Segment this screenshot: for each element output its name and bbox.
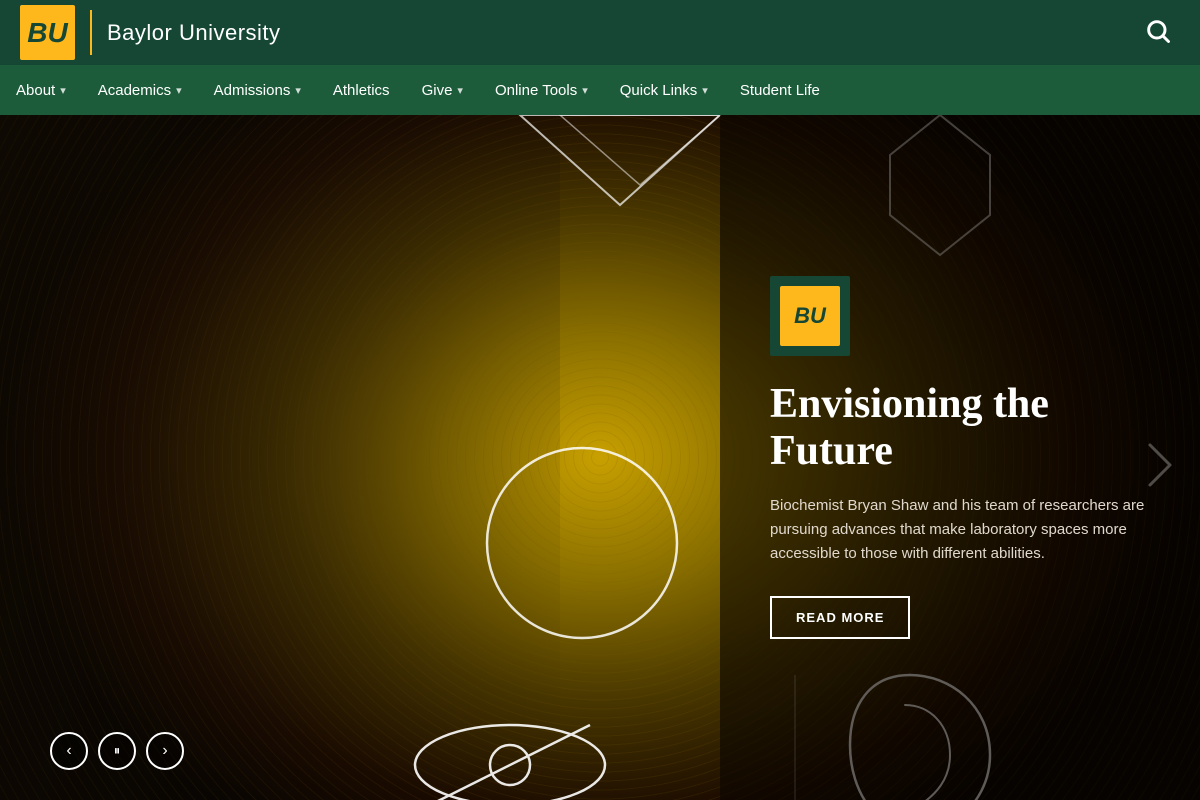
- slider-controls: ‹ ⏸ ›: [50, 732, 184, 770]
- slider-prev-button[interactable]: ‹: [50, 732, 88, 770]
- chevron-right-icon: ›: [162, 742, 167, 760]
- chevron-down-icon: ▾: [582, 84, 588, 97]
- hero-description: Biochemist Bryan Shaw and his team of re…: [770, 494, 1150, 566]
- chevron-down-icon: ▾: [702, 84, 708, 97]
- site-header: BU Baylor University: [0, 0, 1200, 65]
- pause-icon: ⏸: [114, 743, 121, 759]
- hero-content-panel: BU Envisioning the Future Biochemist Bry…: [720, 115, 1200, 800]
- logo-divider: [90, 10, 92, 55]
- read-more-button[interactable]: READ MORE: [770, 596, 910, 639]
- nav-item-online-tools[interactable]: Online Tools ▾: [479, 65, 604, 115]
- logo-area: BU Baylor University: [20, 5, 281, 60]
- nav-item-quick-links[interactable]: Quick Links ▾: [604, 65, 724, 115]
- bu-logo-badge: BU: [20, 5, 75, 60]
- nav-item-give[interactable]: Give ▾: [406, 65, 479, 115]
- hero-title: Envisioning the Future: [770, 381, 1150, 473]
- chevron-left-icon: ‹: [66, 742, 71, 760]
- search-button[interactable]: [1136, 9, 1180, 56]
- main-nav: About ▾ Academics ▾ Admissions ▾ Athleti…: [0, 65, 1200, 115]
- hero-section: BU Envisioning the Future Biochemist Bry…: [0, 115, 1200, 800]
- nav-item-academics[interactable]: Academics ▾: [82, 65, 198, 115]
- slider-pause-button[interactable]: ⏸: [98, 732, 136, 770]
- slider-next-button[interactable]: ›: [146, 732, 184, 770]
- nav-item-student-life[interactable]: Student Life: [724, 65, 836, 115]
- hero-bu-logo: BU: [780, 286, 840, 346]
- chevron-down-icon: ▾: [457, 84, 463, 97]
- nav-item-athletics[interactable]: Athletics: [317, 65, 406, 115]
- university-name: Baylor University: [107, 20, 281, 46]
- chevron-down-icon: ▾: [295, 84, 301, 97]
- person-photo-overlay: [0, 115, 560, 800]
- chevron-down-icon: ▾: [176, 84, 182, 97]
- search-icon: [1144, 17, 1172, 45]
- hero-bu-badge: BU: [770, 276, 850, 356]
- chevron-down-icon: ▾: [60, 84, 66, 97]
- nav-item-about[interactable]: About ▾: [0, 65, 82, 115]
- nav-item-admissions[interactable]: Admissions ▾: [198, 65, 317, 115]
